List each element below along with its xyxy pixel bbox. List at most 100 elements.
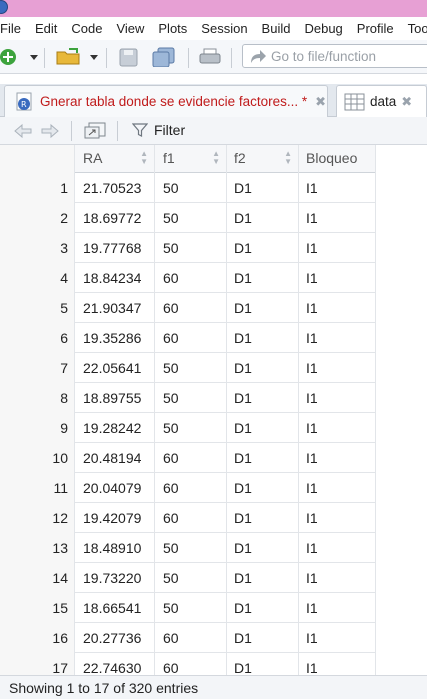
cell-ra: 20.27736 [75,623,155,653]
column-header-f2[interactable]: f2 ▲ ▼ [227,145,299,173]
menu-code[interactable]: Code [64,21,109,36]
table-header: RA ▲ ▼ f1 ▲ ▼ f2 ▲ ▼ Bloqueo [0,145,376,173]
cell-f2: D1 [227,623,299,653]
cell-f1: 60 [155,323,227,353]
row-number: 16 [0,623,75,653]
table-row[interactable]: 13 18.48910 50 D1 I1 [0,533,376,563]
table-row[interactable]: 2 18.69772 50 D1 I1 [0,203,376,233]
status-bar: Showing 1 to 17 of 320 entries [0,675,427,699]
menu-profile[interactable]: Profile [350,21,401,36]
menu-view[interactable]: View [109,21,151,36]
cell-f2: D1 [227,173,299,203]
cell-bloqueo: I1 [299,293,376,323]
table-row[interactable]: 7 22.05641 50 D1 I1 [0,353,376,383]
print-icon[interactable] [198,47,222,67]
save-all-icon[interactable] [150,47,178,67]
show-in-window-icon[interactable] [83,121,107,141]
cell-f2: D1 [227,233,299,263]
menu-plots[interactable]: Plots [151,21,194,36]
column-header-bloqueo[interactable]: Bloqueo [299,145,376,173]
filter-label: Filter [154,122,186,138]
cell-f2: D1 [227,203,299,233]
tab-r-script[interactable]: R Gnerar tabla donde se evidencie factor… [4,85,328,117]
row-number: 6 [0,323,75,353]
row-number: 12 [0,503,75,533]
cell-bloqueo: I1 [299,413,376,443]
cell-f2: D1 [227,353,299,383]
tab-data[interactable]: data ✖ [336,85,427,117]
table-row[interactable]: 8 18.89755 50 D1 I1 [0,383,376,413]
forward-arrow-icon[interactable] [40,123,60,139]
toolbar-divider [231,48,232,68]
table-row[interactable]: 3 19.77768 50 D1 I1 [0,233,376,263]
cell-bloqueo: I1 [299,383,376,413]
menu-tools[interactable]: Tools [401,21,427,36]
cell-f1: 50 [155,173,227,203]
toolbar-divider [188,48,189,68]
table-row[interactable]: 11 20.04079 60 D1 I1 [0,473,376,503]
close-tab-icon[interactable]: ✖ [401,94,412,110]
cell-f2: D1 [227,563,299,593]
row-number: 14 [0,563,75,593]
sort-icon[interactable]: ▲ ▼ [284,150,292,166]
cell-bloqueo: I1 [299,593,376,623]
column-header-ra[interactable]: RA ▲ ▼ [75,145,155,173]
table-row[interactable]: 5 21.90347 60 D1 I1 [0,293,376,323]
cell-bloqueo: I1 [299,203,376,233]
sort-icon[interactable]: ▲ ▼ [140,150,148,166]
window-title-bar [0,0,427,17]
filter-button[interactable]: Filter [132,122,185,138]
go-to-file-input[interactable]: Go to file/function [242,44,427,68]
open-folder-icon[interactable] [55,47,83,67]
table-row[interactable]: 16 20.27736 60 D1 I1 [0,623,376,653]
cell-ra: 20.48194 [75,443,155,473]
open-dropdown-icon[interactable] [89,47,99,67]
back-arrow-icon[interactable] [13,123,33,139]
table-row[interactable]: 10 20.48194 60 D1 I1 [0,443,376,473]
cell-ra: 19.77768 [75,233,155,263]
close-tab-icon[interactable]: ✖ [315,94,326,110]
menu-file[interactable]: File [0,21,28,36]
cell-f1: 50 [155,563,227,593]
cell-ra: 18.48910 [75,533,155,563]
column-header-label: f2 [234,150,246,166]
cell-f1: 60 [155,263,227,293]
column-header-f1[interactable]: f1 ▲ ▼ [155,145,227,173]
table-row[interactable]: 12 19.42079 60 D1 I1 [0,503,376,533]
row-number: 2 [0,203,75,233]
r-script-icon: R [16,92,32,110]
sort-icon[interactable]: ▲ ▼ [212,150,220,166]
menu-build[interactable]: Build [255,21,298,36]
table-row[interactable]: 9 19.28242 50 D1 I1 [0,413,376,443]
row-number: 15 [0,593,75,623]
cell-bloqueo: I1 [299,173,376,203]
column-header-label: RA [83,150,103,166]
table-row[interactable]: 4 18.84234 60 D1 I1 [0,263,376,293]
menu-session[interactable]: Session [194,21,254,36]
cell-ra: 22.05641 [75,353,155,383]
filter-icon [132,123,148,137]
new-file-icon[interactable] [0,47,22,67]
cell-ra: 18.89755 [75,383,155,413]
cell-bloqueo: I1 [299,473,376,503]
table-row[interactable]: 6 19.35286 60 D1 I1 [0,323,376,353]
save-icon[interactable] [118,47,140,67]
row-number: 11 [0,473,75,503]
cell-f2: D1 [227,323,299,353]
cell-f1: 50 [155,413,227,443]
cell-f2: D1 [227,533,299,563]
table-row[interactable]: 1 21.70523 50 D1 I1 [0,173,376,203]
table-row[interactable]: 14 19.73220 50 D1 I1 [0,563,376,593]
cell-f1: 60 [155,623,227,653]
rstudio-app-icon [0,0,8,14]
entries-count-text: Showing 1 to 17 of 320 entries [9,680,199,696]
row-number: 9 [0,413,75,443]
cell-bloqueo: I1 [299,353,376,383]
new-file-dropdown-icon[interactable] [29,47,39,67]
toolbar-divider [44,48,45,68]
table-row[interactable]: 15 18.66541 50 D1 I1 [0,593,376,623]
row-number: 3 [0,233,75,263]
svg-text:R: R [21,100,27,109]
menu-debug[interactable]: Debug [297,21,349,36]
menu-edit[interactable]: Edit [28,21,64,36]
